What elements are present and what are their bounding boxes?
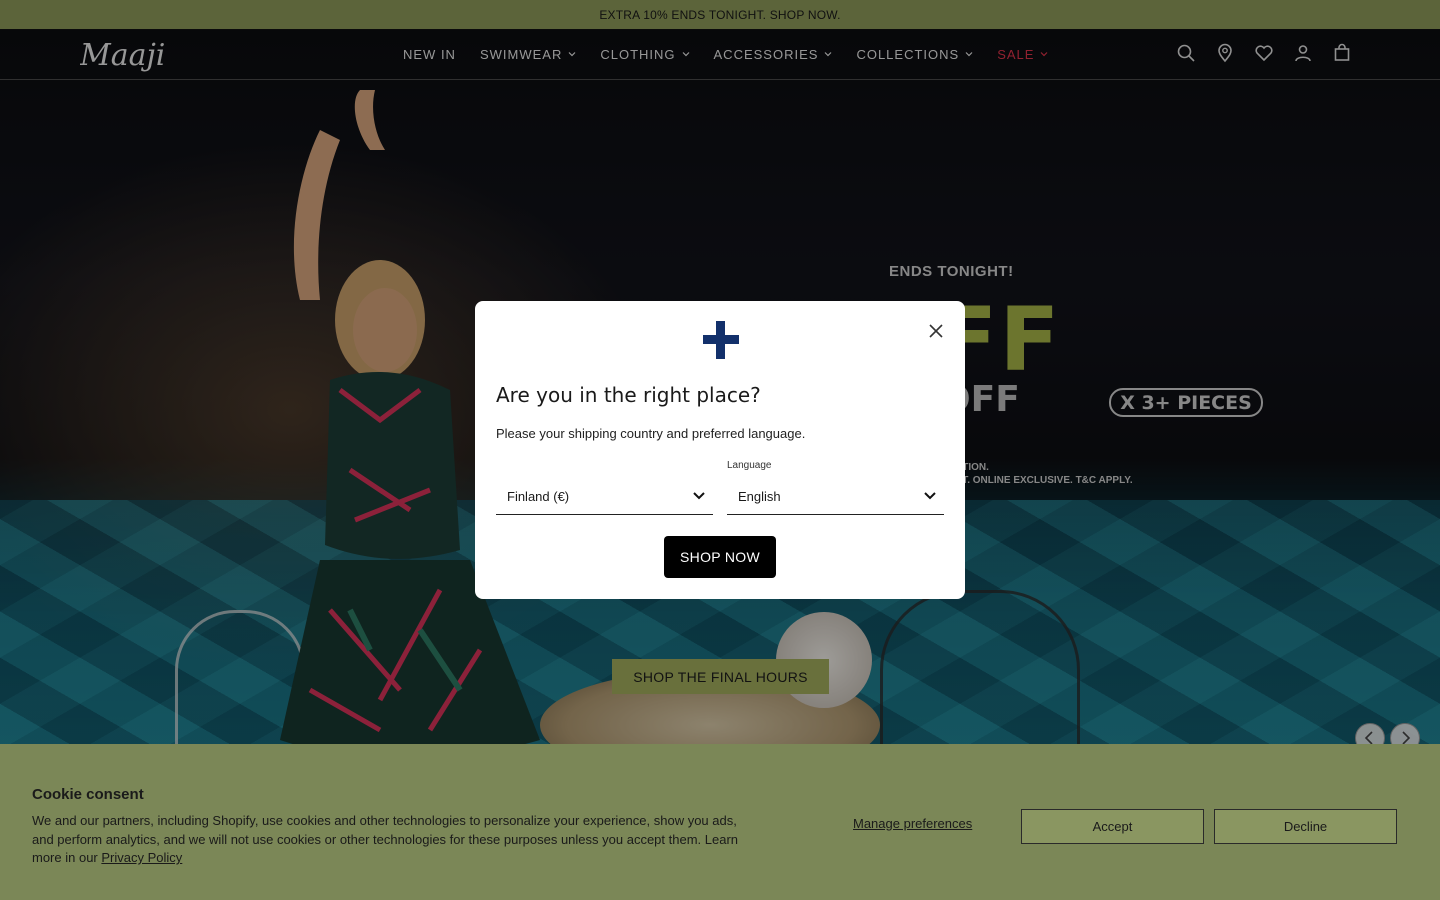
modal-subtitle: Please your shipping country and preferr…	[496, 426, 806, 441]
language-select[interactable]: English	[727, 479, 944, 515]
language-label: Language	[727, 460, 772, 471]
accept-button[interactable]: Accept	[1021, 809, 1204, 844]
shop-now-button[interactable]: SHOP NOW	[664, 536, 776, 578]
country-selector-modal: Are you in the right place? Please your …	[475, 301, 965, 599]
cookie-title: Cookie consent	[32, 786, 144, 803]
cookie-text: We and our partners, including Shopify, …	[32, 812, 762, 868]
cookie-consent-banner: Cookie consent We and our partners, incl…	[0, 744, 1440, 900]
finland-flag-icon	[703, 321, 739, 359]
modal-title: Are you in the right place?	[496, 383, 761, 407]
manage-preferences-link[interactable]: Manage preferences	[853, 816, 972, 831]
country-select-value: Finland (€)	[507, 489, 570, 504]
country-select[interactable]: Finland (€)	[496, 479, 713, 515]
chevron-down-icon	[924, 492, 936, 500]
chevron-down-icon	[693, 492, 705, 500]
decline-button[interactable]: Decline	[1214, 809, 1397, 844]
close-icon[interactable]	[926, 321, 946, 341]
privacy-policy-link[interactable]: Privacy Policy	[101, 850, 182, 865]
language-select-value: English	[738, 489, 781, 504]
